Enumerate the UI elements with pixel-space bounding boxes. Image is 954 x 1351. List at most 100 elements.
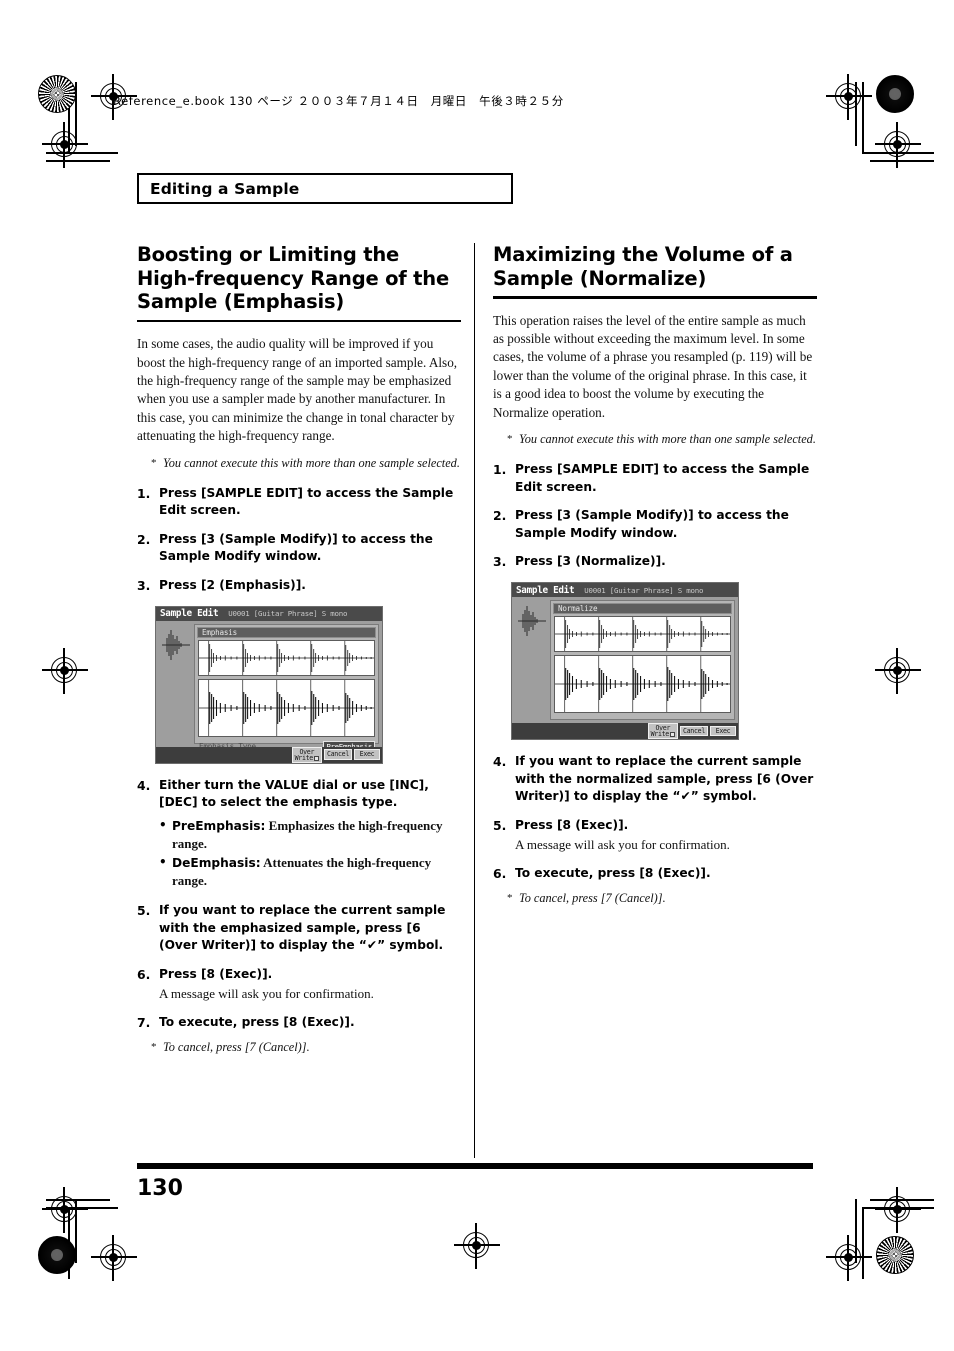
left-intro-paragraph: In some cases, the audio quality will be… — [137, 336, 458, 444]
waveform-thumbnail-icon — [516, 601, 548, 727]
section-header: Editing a Sample — [137, 173, 513, 204]
list-item: 3. Press [2 (Emphasis)]. — [137, 577, 461, 595]
step-number: 6. — [137, 966, 151, 982]
step-text: Press [3 (Normalize)]. — [515, 554, 666, 569]
step-number: 5. — [137, 903, 151, 919]
list-item: 6. To execute, press [8 (Exec)]. — [493, 865, 817, 883]
list-item: • DeEmphasis: Attenuates the high-freque… — [159, 854, 461, 890]
waveform-display-source — [554, 616, 731, 652]
step-subtext: A message will ask you for confirmation. — [159, 986, 374, 1002]
list-item: 4. If you want to replace the current sa… — [493, 753, 817, 806]
lcd-window-title: Emphasis — [202, 627, 237, 637]
lcd-title: Sample Edit — [516, 584, 575, 596]
checkbox-icon[interactable] — [313, 755, 319, 761]
waveform-display-result — [198, 678, 375, 737]
list-item: 1. Press [SAMPLE EDIT] to access the Sam… — [137, 485, 461, 520]
right-column: Maximizing the Volume of a Sample (Norma… — [493, 243, 817, 907]
lcd-screenshot-emphasis: Sample Edit U0001 [Guitar Phrase] S mono — [155, 605, 383, 764]
lcd-titlebar: Sample Edit U0001 [Guitar Phrase] S mono — [512, 583, 738, 597]
step-number: 7. — [137, 1015, 151, 1031]
right-steps-list-a: 1. Press [SAMPLE EDIT] to access the Sam… — [493, 461, 817, 571]
step-text: Press [SAMPLE EDIT] to access the Sample… — [159, 485, 454, 518]
list-item: 2. Press [3 (Sample Modify)] to access t… — [493, 507, 817, 542]
step-number: 5. — [493, 817, 507, 833]
column-divider — [474, 243, 475, 1158]
exec-button[interactable]: Exec — [354, 749, 380, 760]
bullet-icon: • — [159, 854, 167, 869]
lcd-subtitle: U0001 [Guitar Phrase] S mono — [228, 609, 348, 618]
asterisk-icon: * — [507, 891, 513, 904]
emphasis-type-bullets: • PreEmphasis: Emphasizes the high-frequ… — [159, 817, 461, 890]
exec-button[interactable]: Exec — [710, 725, 736, 737]
step-subtext: A message will ask you for confirmation. — [515, 837, 730, 853]
right-title-rule — [493, 296, 817, 299]
lcd-modal-window: Emphasis — [194, 623, 379, 752]
left-steps-list-b: 4. Either turn the VALUE dial or use [IN… — [137, 777, 461, 1032]
left-article-title: Boosting or Limiting the High-frequency … — [137, 243, 449, 313]
bullet-icon: • — [159, 817, 167, 832]
bullet-term: PreEmphasis: — [172, 818, 266, 833]
lcd-subtitle: U0001 [Guitar Phrase] S mono — [584, 585, 704, 595]
list-item: 4. Either turn the VALUE dial or use [IN… — [137, 777, 461, 892]
step-text: To execute, press [8 (Exec)]. — [159, 1015, 355, 1030]
right-end-note: * To cancel, press [7 (Cancel)]. — [493, 890, 817, 907]
right-intro-note: * You cannot execute this with more than… — [493, 431, 817, 448]
waveform-display-source — [198, 639, 375, 676]
asterisk-icon: * — [507, 433, 513, 446]
step-number: 4. — [493, 754, 507, 769]
checkmark-icon: ✔ — [366, 938, 378, 953]
bullet-term: DeEmphasis: — [172, 855, 261, 870]
step-text: To execute, press [8 (Exec)]. — [515, 865, 711, 880]
left-steps-list-a: 1. Press [SAMPLE EDIT] to access the Sam… — [137, 485, 461, 595]
step-text-end: ” symbol. — [690, 789, 757, 804]
asterisk-icon: * — [151, 456, 157, 469]
lcd-modal-window: Normalize — [550, 600, 735, 720]
left-column: Boosting or Limiting the High-frequency … — [137, 243, 461, 1056]
lcd-body: Normalize — [512, 597, 738, 723]
checkbox-icon[interactable] — [669, 732, 675, 737]
over-write-line2: Write — [294, 753, 314, 762]
right-intro-note-text: You cannot execute this with more than o… — [519, 432, 816, 447]
list-item: 5. If you want to replace the current sa… — [137, 902, 461, 955]
over-write-button[interactable]: Over Write — [647, 723, 678, 739]
right-steps-list-b: 4. If you want to replace the current sa… — [493, 753, 817, 883]
list-item: 1. Press [SAMPLE EDIT] to access the Sam… — [493, 461, 817, 496]
cancel-button[interactable]: Cancel — [679, 725, 708, 737]
waveform-thumbnail-icon — [160, 625, 192, 751]
step-number: 6. — [493, 865, 507, 881]
step-number: 4. — [137, 777, 151, 793]
step-text: Either turn the VALUE dial or use [INC],… — [159, 777, 429, 810]
footer-rule — [137, 1163, 813, 1169]
waveform-display-result — [554, 655, 731, 713]
file-timestamp: Reference_e.book 130 ページ ２００３年７月１４日 月曜日 … — [113, 94, 564, 108]
cancel-button[interactable]: Cancel — [323, 749, 352, 760]
checkmark-icon: ✔ — [680, 789, 691, 804]
left-end-note-text: To cancel, press [7 (Cancel)]. — [163, 1039, 310, 1054]
lcd-window-titlebar: Normalize — [553, 603, 732, 614]
step-text: If you want to replace the current sampl… — [515, 754, 814, 804]
list-item: • PreEmphasis: Emphasizes the high-frequ… — [159, 817, 461, 853]
over-write-button[interactable]: Over Write — [291, 746, 322, 763]
lcd-window-titlebar: Emphasis — [197, 626, 376, 638]
over-write-line2: Write — [650, 730, 670, 738]
lcd-title: Sample Edit — [160, 608, 219, 619]
step-text: Press [3 (Sample Modify)] to access the … — [515, 508, 789, 540]
step-text: Press [3 (Sample Modify)] to access the … — [159, 531, 433, 564]
step-text: Press [8 (Exec)]. — [159, 966, 273, 981]
lcd-titlebar: Sample Edit U0001 [Guitar Phrase] S mono — [156, 606, 382, 621]
step-number: 2. — [137, 531, 151, 547]
step-number: 1. — [137, 485, 151, 501]
list-item: 3. Press [3 (Normalize)]. — [493, 553, 817, 571]
list-item: 6. Press [8 (Exec)]. A message will ask y… — [137, 966, 461, 1003]
step-text: Press [2 (Emphasis)]. — [159, 577, 306, 592]
section-header-label: Editing a Sample — [150, 179, 300, 198]
step-number: 3. — [493, 554, 507, 570]
left-end-note: * To cancel, press [7 (Cancel)]. — [137, 1039, 461, 1056]
list-item: 5. Press [8 (Exec)]. A message will ask y… — [493, 817, 817, 854]
left-intro-note: * You cannot execute this with more than… — [137, 455, 461, 472]
left-title-rule — [137, 319, 461, 323]
right-intro-paragraph: This operation raises the level of the e… — [493, 312, 813, 420]
right-article-title: Maximizing the Volume of a Sample (Norma… — [493, 243, 793, 290]
list-item: 7. To execute, press [8 (Exec)]. — [137, 1014, 461, 1032]
left-intro-note-text: You cannot execute this with more than o… — [163, 455, 460, 470]
